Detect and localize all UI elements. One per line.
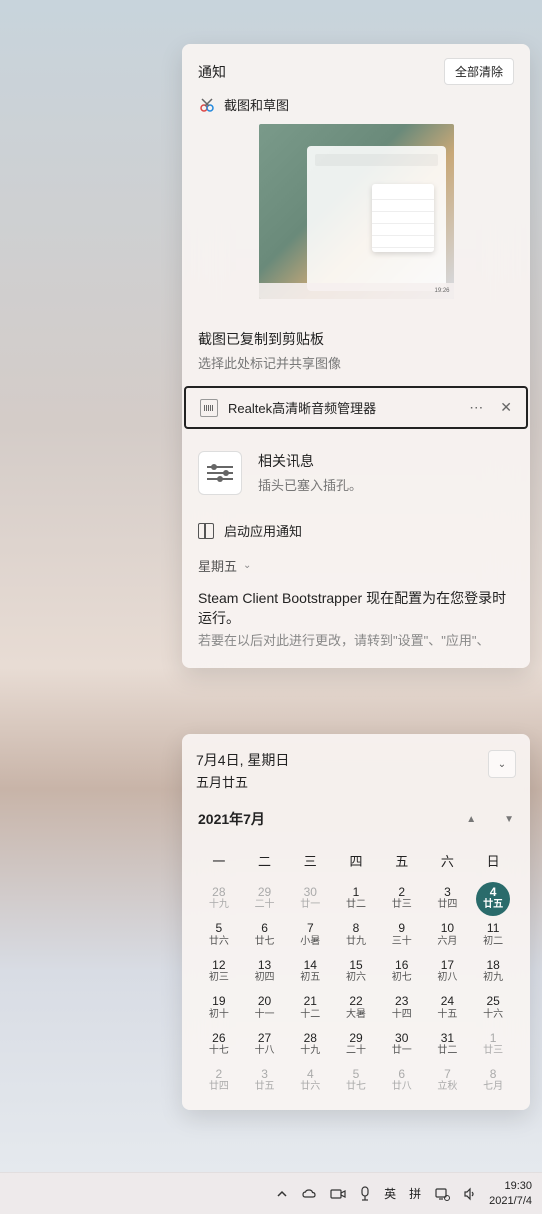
taskbar-clock[interactable]: 19:30 2021/7/4 xyxy=(489,1179,532,1208)
calendar-dow: 日 xyxy=(470,843,516,880)
more-icon[interactable]: ⋯ xyxy=(469,399,484,416)
calendar-day[interactable]: 12初三 xyxy=(196,953,242,989)
snip-app-name: 截图和草图 xyxy=(224,95,289,114)
realtek-app-icon xyxy=(200,399,218,417)
clock-time: 19:30 xyxy=(489,1179,532,1193)
steam-line2: 若要在以后对此进行更改，请转到"设置"、"应用"、 xyxy=(198,632,514,650)
calendar-day[interactable]: 3廿四 xyxy=(425,880,471,916)
system-tray: 英 拼 xyxy=(276,1185,477,1202)
calendar-month-label[interactable]: 2021年7月 xyxy=(198,809,265,829)
realtek-notification-body[interactable]: 相关讯息 插头已塞入插孔。 xyxy=(182,429,530,511)
calendar-day[interactable]: 8七月 xyxy=(470,1062,516,1098)
calendar-grid: 一二三四五六日28十九29二十30廿一1廿二2廿三3廿四4廿五5廿六6廿七7小暑… xyxy=(196,843,516,1098)
calendar-day[interactable]: 17初八 xyxy=(425,953,471,989)
calendar-dow: 四 xyxy=(333,843,379,880)
snip-app-icon xyxy=(198,96,216,114)
calendar-day[interactable]: 16初七 xyxy=(379,953,425,989)
steam-notification[interactable]: Steam Client Bootstrapper 现在配置为在您登录时运行。 … xyxy=(182,589,530,668)
realtek-info-body: 插头已塞入插孔。 xyxy=(258,475,362,494)
app-header: 截图和草图 xyxy=(198,95,514,114)
calendar-panel: 7月4日, 星期日 五月廿五 ⌄ 2021年7月 ▲ ▼ 一二三四五六日 28十九… xyxy=(182,734,530,1110)
calendar-dow: 二 xyxy=(242,843,288,880)
friday-label: 星期五 xyxy=(198,556,237,575)
calendar-day[interactable]: 31廿二 xyxy=(425,1026,471,1062)
next-month-button[interactable]: ▼ xyxy=(504,814,514,825)
calendar-day[interactable]: 6廿八 xyxy=(379,1062,425,1098)
snip-body-subtitle: 选择此处标记并共享图像 xyxy=(198,353,514,372)
clock-date: 2021/7/4 xyxy=(489,1194,532,1208)
calendar-day[interactable]: 11初二 xyxy=(470,916,516,952)
calendar-day[interactable]: 29二十 xyxy=(242,880,288,916)
calendar-day[interactable]: 7小暑 xyxy=(287,916,333,952)
calendar-day[interactable]: 6廿七 xyxy=(242,916,288,952)
chevron-down-icon: ⌄ xyxy=(243,560,251,571)
calendar-day[interactable]: 15初六 xyxy=(333,953,379,989)
notification-title: 通知 xyxy=(198,62,226,82)
calendar-day[interactable]: 13初四 xyxy=(242,953,288,989)
calendar-dow: 五 xyxy=(379,843,425,880)
calendar-day[interactable]: 28十九 xyxy=(287,1026,333,1062)
calendar-day[interactable]: 2廿三 xyxy=(379,880,425,916)
ime-mode[interactable]: 拼 xyxy=(409,1185,421,1202)
meet-now-icon[interactable] xyxy=(330,1187,346,1201)
calendar-day[interactable]: 5廿六 xyxy=(196,916,242,952)
onedrive-icon[interactable] xyxy=(301,1188,317,1200)
calendar-day[interactable]: 19初十 xyxy=(196,989,242,1025)
calendar-day[interactable]: 29二十 xyxy=(333,1026,379,1062)
ime-tool-icon[interactable] xyxy=(359,1186,371,1202)
calendar-day[interactable]: 22大暑 xyxy=(333,989,379,1025)
close-icon[interactable]: ✕ xyxy=(500,399,512,416)
calendar-day[interactable]: 28十九 xyxy=(196,880,242,916)
calendar-day[interactable]: 20十一 xyxy=(242,989,288,1025)
calendar-day[interactable]: 1廿二 xyxy=(333,880,379,916)
realtek-notification-header[interactable]: Realtek高清晰音频管理器 ⋯ ✕ xyxy=(184,386,528,429)
calendar-day[interactable]: 30廿一 xyxy=(379,1026,425,1062)
snip-body-title: 截图已复制到剪贴板 xyxy=(198,329,514,349)
calendar-day[interactable]: 8廿九 xyxy=(333,916,379,952)
ime-language[interactable]: 英 xyxy=(384,1185,396,1202)
launch-app-notification-button[interactable]: 启动应用通知 xyxy=(182,511,530,550)
calendar-date-lunar: 五月廿五 xyxy=(196,772,289,791)
calendar-day[interactable]: 7立秋 xyxy=(425,1062,471,1098)
taskbar: 英 拼 19:30 2021/7/4 xyxy=(0,1172,542,1214)
realtek-info-title: 相关讯息 xyxy=(258,451,362,471)
friday-group-header[interactable]: 星期五 ⌄ xyxy=(182,550,530,589)
calendar-day[interactable]: 4廿六 xyxy=(287,1062,333,1098)
notification-panel: 通知 全部清除 截图和草图 19:26 截图已复制到剪贴板 选择此处标记并共享图… xyxy=(182,44,530,668)
calendar-date-main[interactable]: 7月4日, 星期日 xyxy=(196,750,289,770)
realtek-app-name: Realtek高清晰音频管理器 xyxy=(228,398,376,417)
calendar-day[interactable]: 3廿五 xyxy=(242,1062,288,1098)
calendar-day[interactable]: 1廿三 xyxy=(470,1026,516,1062)
audio-sliders-icon xyxy=(198,451,242,495)
network-icon[interactable] xyxy=(434,1187,450,1201)
calendar-day[interactable]: 9三十 xyxy=(379,916,425,952)
calendar-dow: 三 xyxy=(287,843,333,880)
calendar-dow: 一 xyxy=(196,843,242,880)
calendar-dow: 六 xyxy=(425,843,471,880)
calendar-day[interactable]: 4廿五 xyxy=(470,880,516,916)
app-launch-icon xyxy=(198,523,214,539)
steam-line1: Steam Client Bootstrapper 现在配置为在您登录时运行。 xyxy=(198,589,514,628)
clear-all-button[interactable]: 全部清除 xyxy=(444,58,514,85)
calendar-day[interactable]: 27十八 xyxy=(242,1026,288,1062)
calendar-day[interactable]: 25十六 xyxy=(470,989,516,1025)
calendar-day[interactable]: 18初九 xyxy=(470,953,516,989)
calendar-day[interactable]: 23十四 xyxy=(379,989,425,1025)
calendar-day[interactable]: 2廿四 xyxy=(196,1062,242,1098)
notification-header: 通知 全部清除 xyxy=(182,44,530,95)
calendar-day[interactable]: 10六月 xyxy=(425,916,471,952)
prev-month-button[interactable]: ▲ xyxy=(466,814,476,825)
calendar-day[interactable]: 26十七 xyxy=(196,1026,242,1062)
calendar-day[interactable]: 5廿七 xyxy=(333,1062,379,1098)
calendar-day[interactable]: 21十二 xyxy=(287,989,333,1025)
volume-icon[interactable] xyxy=(463,1187,477,1201)
screenshot-thumbnail: 19:26 xyxy=(259,124,454,299)
snip-notification[interactable]: 截图和草图 19:26 截图已复制到剪贴板 选择此处标记并共享图像 xyxy=(182,95,530,386)
calendar-day[interactable]: 30廿一 xyxy=(287,880,333,916)
calendar-day[interactable]: 24十五 xyxy=(425,989,471,1025)
launch-label: 启动应用通知 xyxy=(224,521,302,540)
calendar-day[interactable]: 14初五 xyxy=(287,953,333,989)
collapse-calendar-button[interactable]: ⌄ xyxy=(488,750,516,778)
tray-overflow-icon[interactable] xyxy=(276,1188,288,1200)
